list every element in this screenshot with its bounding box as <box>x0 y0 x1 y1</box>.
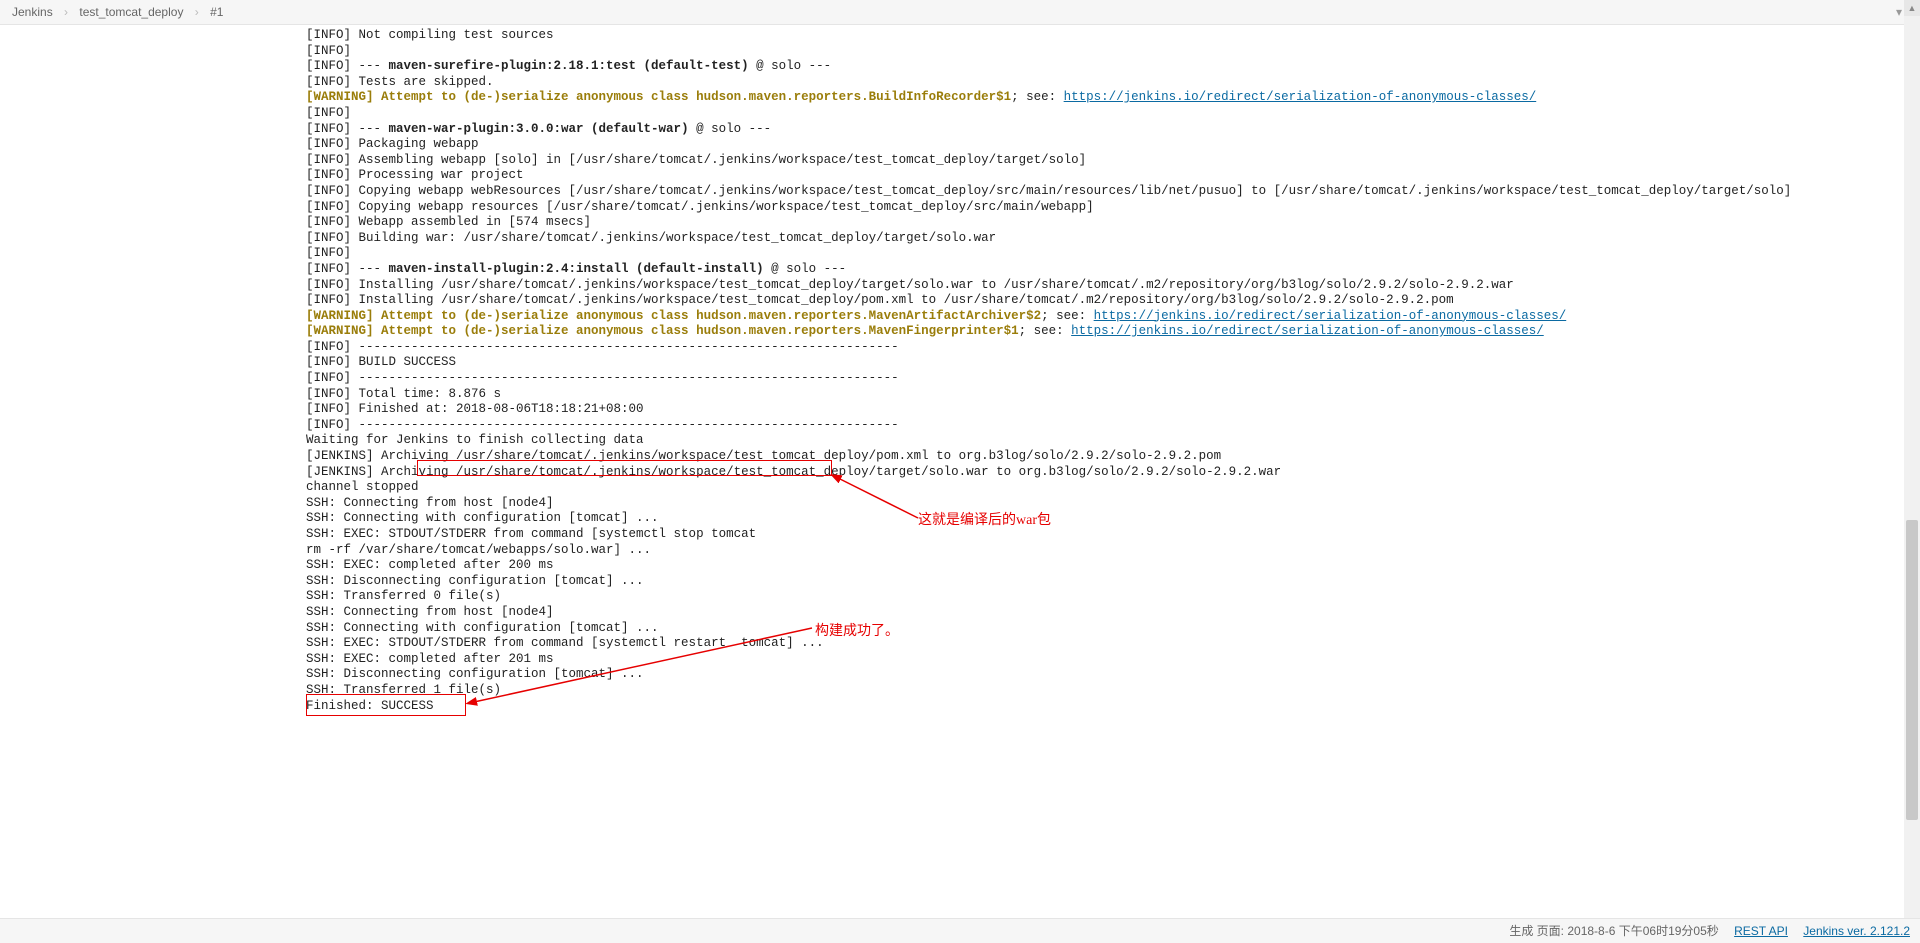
breadcrumb-job[interactable]: test_tomcat_deploy <box>79 5 183 19</box>
footer-generated: 生成 页面: 2018-8-6 下午06时19分05秒 <box>1509 924 1718 938</box>
console-output: [INFO] Not compiling test sources [INFO]… <box>306 28 1920 917</box>
breadcrumb-build[interactable]: #1 <box>210 5 223 19</box>
chevron-right-icon: › <box>64 5 68 19</box>
scroll-thumb[interactable] <box>1906 520 1918 820</box>
rest-api-link[interactable]: REST API <box>1734 924 1788 938</box>
chevron-right-icon: › <box>195 5 199 19</box>
breadcrumb-root[interactable]: Jenkins <box>12 5 53 19</box>
page-footer: 生成 页面: 2018-8-6 下午06时19分05秒 REST API Jen… <box>0 918 1920 943</box>
scrollbar-vertical[interactable]: ▲ ▼ <box>1904 0 1920 943</box>
scroll-up-icon[interactable]: ▲ <box>1904 0 1920 16</box>
breadcrumb: Jenkins › test_tomcat_deploy › #1 ▾ <box>0 0 1920 25</box>
console-text: [INFO] Not compiling test sources [INFO]… <box>306 28 1920 714</box>
annotation-text-war: 这就是编译后的war包 <box>918 509 1051 529</box>
annotation-text-success: 构建成功了。 <box>815 620 899 640</box>
jenkins-version-link[interactable]: Jenkins ver. 2.121.2 <box>1803 924 1910 938</box>
